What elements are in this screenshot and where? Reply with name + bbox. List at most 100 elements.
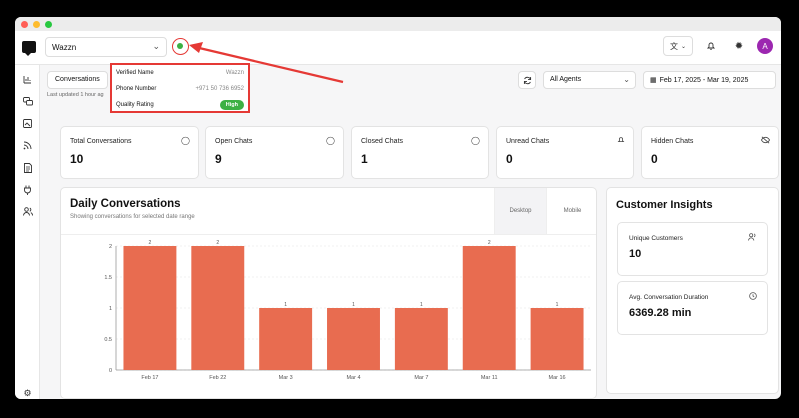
stat-card-closed: Closed Chats ◯ 1	[351, 126, 489, 179]
templates-icon[interactable]	[21, 117, 34, 130]
stat-label: Open Chats	[215, 138, 253, 145]
chart-subtitle: Showing conversations for selected date …	[70, 214, 195, 220]
app-window: Wazzn ⌄ 文 ⌄ ✹ A ⚙ Conversations Last upd…	[15, 17, 781, 399]
stat-label: Total Conversations	[70, 138, 132, 145]
customer-insights-card: Customer Insights Unique Customers 10 Av…	[606, 187, 779, 394]
stat-value: 10	[70, 152, 84, 166]
y-tick-label: 2	[109, 244, 112, 250]
chats-icon[interactable]	[21, 95, 34, 108]
avg-duration-value: 6369.28 min	[629, 307, 692, 319]
bar-value-label: 2	[488, 240, 491, 246]
maximize-window-button[interactable]	[45, 20, 52, 28]
x-tick-label: Mar 7	[414, 375, 428, 381]
analytics-icon[interactable]	[21, 73, 34, 86]
document-icon[interactable]	[21, 161, 34, 174]
phone-info-popup: Verified Name Wazzn Phone Number +971 50…	[110, 63, 250, 113]
users-icon[interactable]	[21, 205, 34, 218]
x-tick-label: Feb 22	[209, 375, 226, 381]
settings-icon[interactable]: ⚙	[21, 387, 34, 399]
bell-icon[interactable]	[701, 36, 721, 56]
bar-value-label: 2	[149, 240, 152, 246]
phone-number-row: Phone Number +971 50 736 6952	[116, 86, 244, 92]
verified-name-label: Verified Name	[116, 70, 154, 76]
stat-card-open: Open Chats ◯ 9	[205, 126, 344, 179]
chevron-down-icon: ⌄	[680, 43, 687, 50]
bar-chart: 0 0.5 1 1.5 2 2 Feb 17 2 Feb 22 1 Mar 3 1 Mar 4 1 Mar …	[104, 240, 591, 381]
tab-mobile[interactable]: Mobile	[546, 188, 596, 234]
tab-desktop[interactable]: Desktop	[494, 188, 546, 234]
translate-icon: 文	[669, 41, 678, 51]
bar-value-label: 1	[420, 302, 423, 308]
insights-title: Customer Insights	[616, 199, 713, 211]
bar[interactable]	[462, 246, 516, 370]
minimize-window-button[interactable]	[33, 20, 40, 28]
bar-value-label: 1	[352, 302, 355, 308]
stat-value: 0	[506, 152, 513, 166]
bar[interactable]	[191, 246, 245, 370]
language-button[interactable]: 文 ⌄	[663, 36, 693, 56]
header-actions: 文 ⌄ ✹ A	[663, 36, 781, 56]
refresh-button[interactable]	[518, 71, 536, 89]
unique-customers-label: Unique Customers	[629, 235, 683, 242]
stat-card-unread: Unread Chats 0	[496, 126, 634, 179]
bar[interactable]	[327, 308, 380, 370]
stat-label: Unread Chats	[506, 138, 550, 145]
bar-value-label: 2	[216, 240, 219, 246]
quality-rating-row: Quality Rating High	[116, 100, 244, 110]
stat-value: 9	[215, 152, 222, 166]
calendar-icon: ▦	[650, 77, 657, 84]
avg-duration-card: Avg. Conversation Duration 6369.28 min	[617, 281, 768, 335]
sidebar: ⚙	[15, 65, 40, 399]
bar[interactable]	[394, 308, 448, 370]
bar[interactable]	[259, 308, 313, 370]
stat-card-total: Total Conversations ◯ 10	[60, 126, 199, 179]
stat-value: 1	[361, 152, 368, 166]
title-bar	[15, 17, 781, 31]
chat-icon: ◯	[181, 136, 190, 145]
bar[interactable]	[123, 246, 177, 370]
date-range-value: Feb 17, 2025 - Mar 19, 2025	[659, 77, 749, 84]
close-window-button[interactable]	[21, 20, 28, 28]
plug-icon[interactable]	[21, 183, 34, 196]
broadcast-icon[interactable]	[21, 139, 34, 152]
app-logo-icon[interactable]	[22, 41, 36, 56]
agents-select[interactable]: All Agents ⌄	[543, 71, 636, 89]
stat-card-hidden: Hidden Chats 0	[641, 126, 779, 179]
online-dot-icon	[177, 43, 183, 49]
status-indicator[interactable]	[172, 38, 189, 55]
verified-name-value: Wazzn	[225, 70, 244, 76]
eye-off-icon	[760, 136, 771, 146]
x-tick-label: Mar 4	[346, 375, 360, 381]
top-bar: Wazzn ⌄ 文 ⌄ ✹ A	[15, 31, 781, 65]
agents-select-value: All Agents	[550, 76, 582, 83]
chart-title: Daily Conversations	[70, 198, 181, 210]
x-tick-label: Feb 17	[141, 375, 158, 381]
unique-customers-card: Unique Customers 10	[617, 222, 768, 276]
avg-duration-label: Avg. Conversation Duration	[629, 294, 709, 301]
bar-value-label: 1	[556, 302, 559, 308]
tab-conversations[interactable]: Conversations	[47, 71, 108, 89]
bar[interactable]	[530, 308, 584, 370]
x-tick-label: Mar 3	[279, 375, 293, 381]
stat-label: Closed Chats	[361, 138, 404, 145]
quality-badge: High	[219, 100, 244, 110]
bar-value-label: 1	[284, 302, 287, 308]
avatar[interactable]: A	[757, 38, 773, 54]
verified-name-row: Verified Name Wazzn	[116, 70, 244, 76]
stat-value: 0	[651, 152, 658, 166]
workspace-select[interactable]: Wazzn ⌄	[45, 37, 167, 57]
date-range-picker[interactable]: ▦ Feb 17, 2025 - Mar 19, 2025	[643, 71, 776, 89]
y-tick-label: 1	[109, 306, 112, 312]
y-tick-label: 0.5	[104, 337, 112, 343]
sun-icon[interactable]: ✹	[729, 36, 749, 56]
unique-customers-value: 10	[629, 248, 642, 260]
chevron-down-icon: ⌄	[623, 75, 630, 84]
x-tick-label: Mar 16	[549, 375, 566, 381]
clock-icon	[749, 292, 757, 302]
quality-rating-label: Quality Rating	[116, 102, 154, 108]
main-content: Conversations Last updated 1 hour ag All…	[40, 65, 781, 399]
chat-icon: ◯	[326, 136, 335, 145]
last-updated-text: Last updated 1 hour ag	[47, 92, 104, 98]
chevron-down-icon: ⌄	[152, 41, 160, 51]
phone-number-value: +971 50 736 6952	[195, 86, 244, 92]
